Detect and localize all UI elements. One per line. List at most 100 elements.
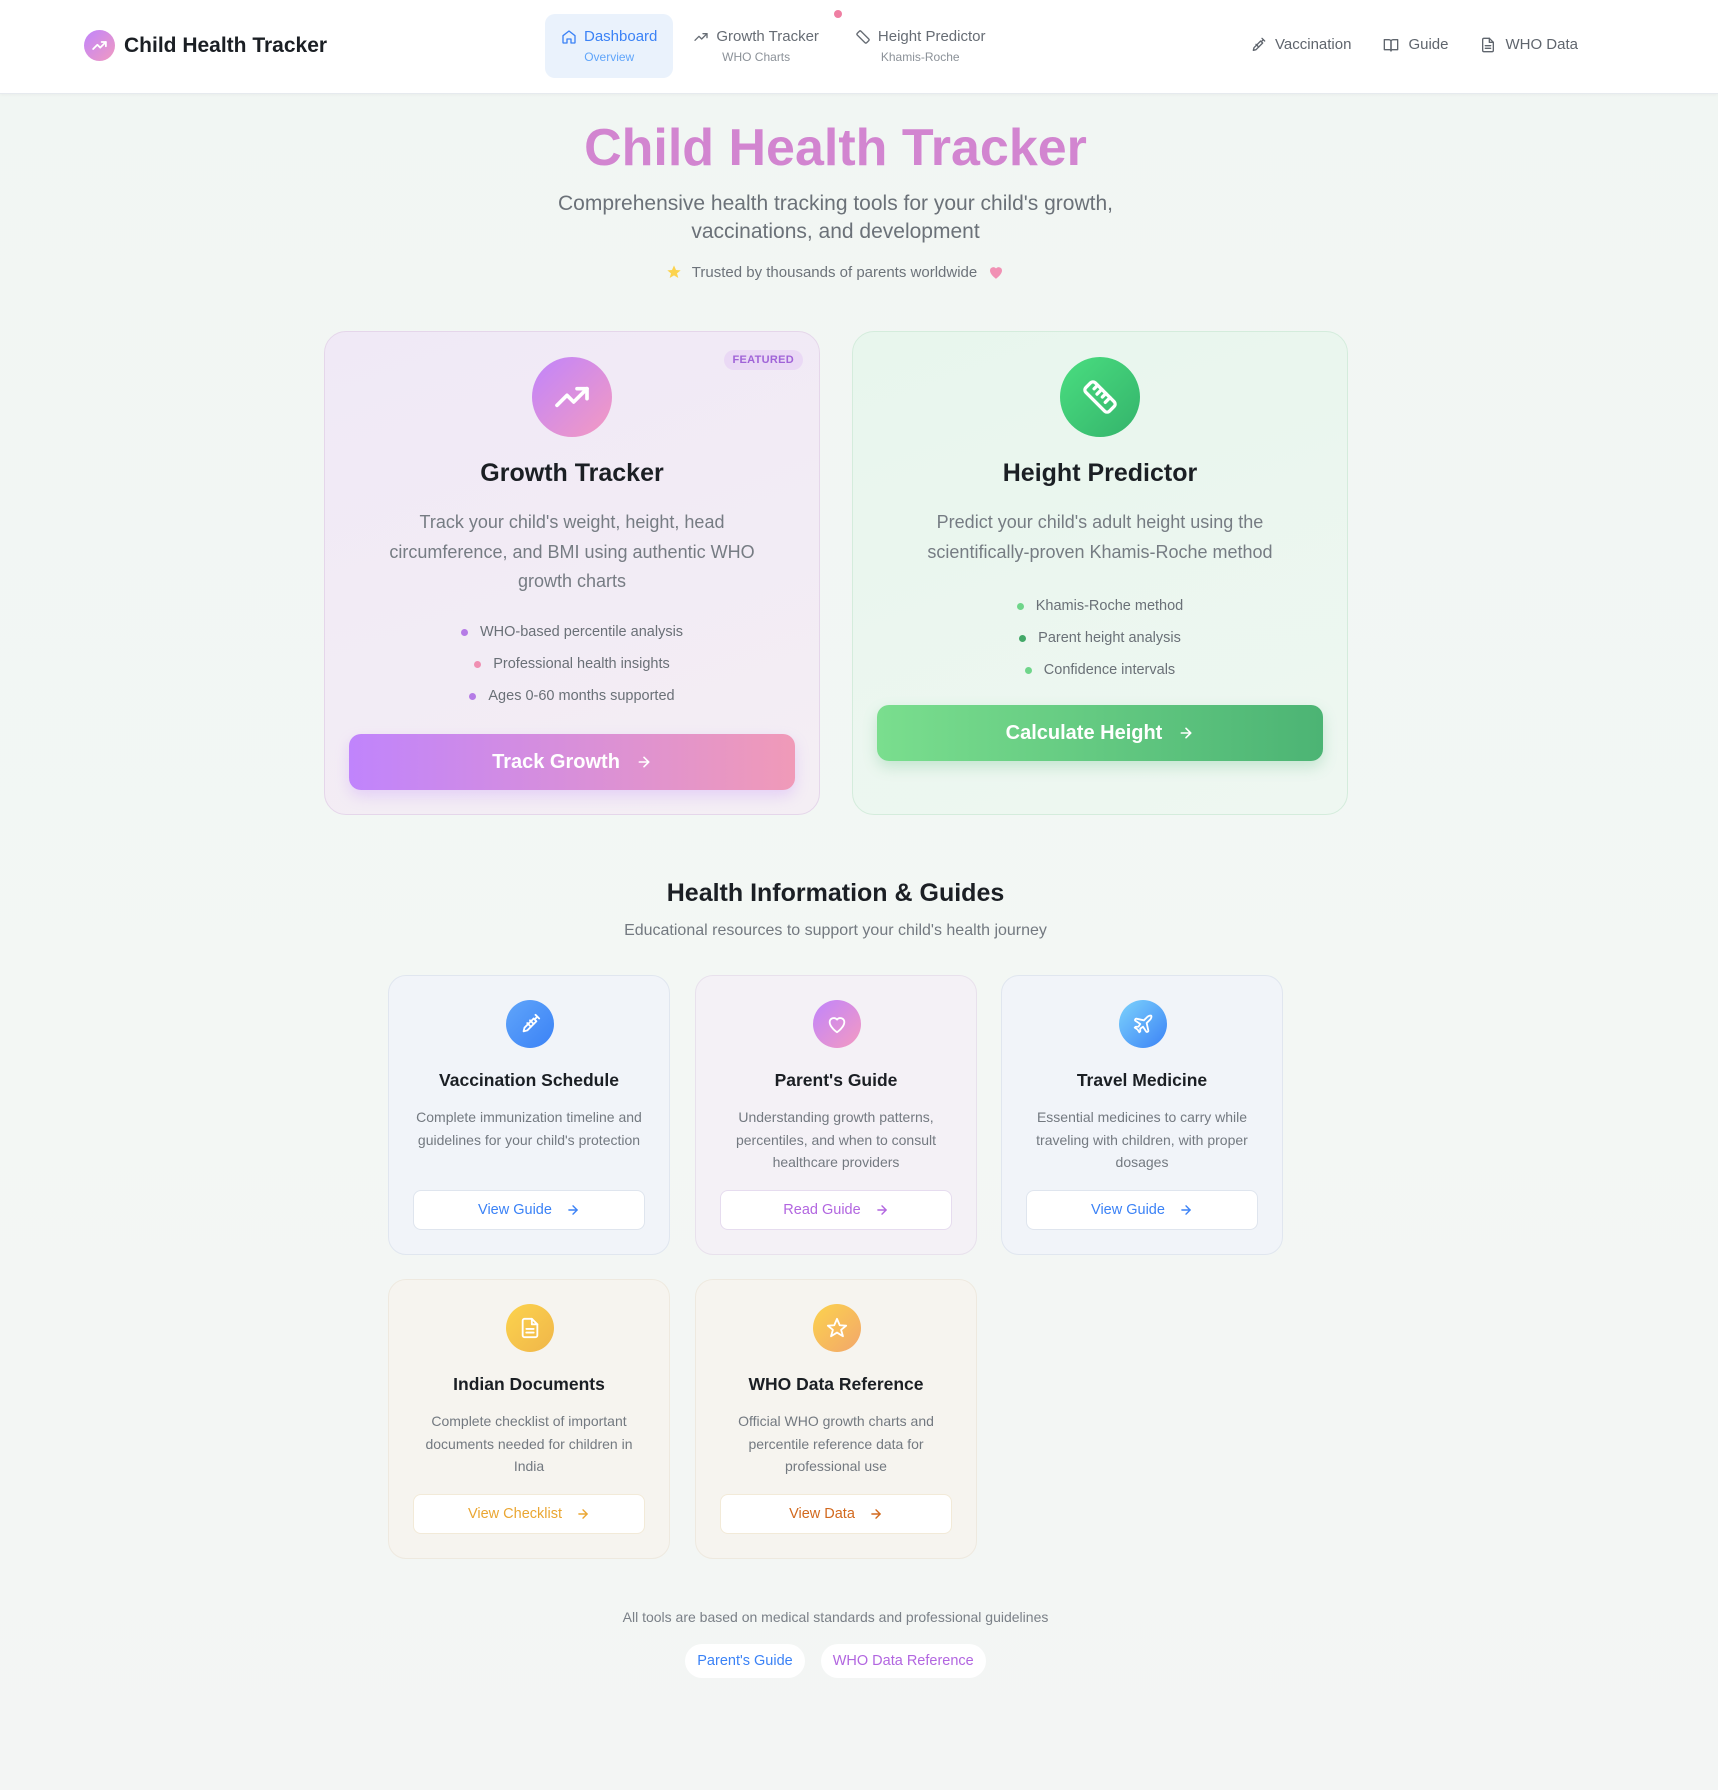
hero-subtitle: Comprehensive health tracking tools for … <box>558 192 1113 243</box>
nav-link-label: Vaccination <box>1275 36 1352 53</box>
view-guide-button[interactable]: View Guide <box>413 1190 645 1230</box>
notification-dot <box>834 10 842 18</box>
nav-link-label: Guide <box>1408 36 1449 53</box>
card-title: Travel Medicine <box>1076 1070 1208 1090</box>
button-label: View Checklist <box>467 1506 563 1522</box>
card-description: Complete immunization timeline and guide… <box>416 1109 642 1148</box>
section-subtitle: Educational resources to support your ch… <box>624 922 1047 939</box>
trust-line: Trusted by thousands of parents worldwid… <box>0 263 1671 281</box>
track-growth-button[interactable]: Track Growth <box>349 734 795 790</box>
heart-icon <box>987 263 1005 281</box>
brand[interactable]: Child Health Tracker <box>84 30 327 61</box>
bullet-dot <box>1016 602 1024 610</box>
book-icon <box>1383 37 1399 53</box>
tab-label: Dashboard <box>584 28 658 45</box>
read-guide-button[interactable]: Read Guide <box>720 1190 952 1230</box>
ruler-icon <box>855 29 871 45</box>
button-label: View Guide <box>1091 1202 1165 1218</box>
list-item: Professional health insights <box>325 648 819 680</box>
list-item: Khamis-Roche method <box>853 590 1347 622</box>
who-data-reference-card: WHO Data Reference Official WHO growth c… <box>695 1279 977 1559</box>
list-item-text: Parent height analysis <box>1038 630 1181 646</box>
list-item-text: Confidence intervals <box>1043 662 1176 678</box>
calculate-height-button[interactable]: Calculate Height <box>877 705 1323 761</box>
card-description: Essential medicines to carry while trave… <box>1036 1109 1248 1170</box>
list-item-text: Ages 0-60 months supported <box>488 688 675 704</box>
tab-growth-tracker[interactable]: Growth Tracker WHO Charts <box>677 14 835 78</box>
card-title: Growth Tracker <box>480 459 664 487</box>
home-icon <box>561 29 577 45</box>
nav-tabs: Dashboard Overview Growth Tracker WHO Ch… <box>545 14 1005 78</box>
card-title: Vaccination Schedule <box>439 1070 619 1090</box>
trending-up-icon <box>84 30 115 61</box>
view-checklist-button[interactable]: View Checklist <box>413 1494 645 1534</box>
card-title: Indian Documents <box>453 1374 605 1394</box>
card-title: WHO Data Reference <box>748 1374 924 1394</box>
button-label: Read Guide <box>783 1202 861 1218</box>
bullet-dot <box>460 628 468 636</box>
feature-list: Khamis-Roche method Parent height analys… <box>853 590 1347 686</box>
list-item: Confidence intervals <box>853 654 1347 686</box>
feature-list: WHO-based percentile analysis Profession… <box>325 616 819 712</box>
view-data-button[interactable]: View Data <box>720 1494 952 1534</box>
bullet-dot <box>474 660 482 668</box>
tab-label: Height Predictor <box>877 28 986 45</box>
hero-title: Child Health Tracker <box>584 119 1087 177</box>
nav-link-guide[interactable]: Guide <box>1383 36 1448 53</box>
list-item: Ages 0-60 months supported <box>325 680 819 712</box>
tab-label: Growth Tracker <box>716 28 819 45</box>
tab-dashboard[interactable]: Dashboard Overview <box>545 14 674 78</box>
plane-icon <box>1119 1000 1167 1048</box>
who-data-reference-link[interactable]: WHO Data Reference <box>820 1644 986 1678</box>
list-item: Parent height analysis <box>853 622 1347 654</box>
star-icon <box>813 1304 861 1352</box>
card-description: Understanding growth patterns, percentil… <box>735 1109 936 1170</box>
list-item-text: WHO-based percentile analysis <box>479 624 684 640</box>
card-description: Complete checklist of important document… <box>425 1413 633 1474</box>
trending-up-icon <box>693 29 709 45</box>
nav-link-label: WHO Data <box>1505 36 1578 53</box>
footer-note: All tools are based on medical standards… <box>622 1609 1049 1625</box>
button-label: View Guide <box>478 1202 552 1218</box>
card-title: Height Predictor <box>1002 459 1198 487</box>
card-description: Official WHO growth charts and percentil… <box>738 1413 934 1474</box>
tab-height-predictor[interactable]: Height Predictor Khamis-Roche <box>839 14 1002 78</box>
travel-medicine-card: Travel Medicine Essential medicines to c… <box>1001 975 1283 1255</box>
nav-link-vaccination[interactable]: Vaccination <box>1250 36 1351 53</box>
trending-up-icon <box>532 357 612 437</box>
button-label: Track Growth <box>492 750 620 773</box>
button-label: View Data <box>789 1506 855 1522</box>
nav-link-who-data[interactable]: WHO Data <box>1480 36 1578 53</box>
card-description: Track your child's weight, height, head … <box>389 512 755 591</box>
list-item: WHO-based percentile analysis <box>325 616 819 648</box>
brand-name: Child Health Tracker <box>124 33 328 57</box>
tab-sublabel: Overview <box>584 50 635 64</box>
height-predictor-card: Height Predictor Predict your child's ad… <box>852 331 1348 815</box>
bullet-dot <box>469 692 477 700</box>
arrow-right-icon <box>869 1507 883 1521</box>
arrow-right-icon <box>875 1203 889 1217</box>
view-guide-button[interactable]: View Guide <box>1026 1190 1258 1230</box>
arrow-right-icon <box>1179 1203 1193 1217</box>
document-icon <box>506 1304 554 1352</box>
bullet-dot <box>1019 634 1027 642</box>
parents-guide-link[interactable]: Parent's Guide <box>685 1644 805 1678</box>
card-description: Predict your child's adult height using … <box>927 512 1273 562</box>
bullet-dot <box>1024 666 1032 674</box>
star-icon <box>666 264 682 280</box>
list-item-text: Khamis-Roche method <box>1035 598 1184 614</box>
ruler-icon <box>1060 357 1140 437</box>
heart-icon <box>813 1000 861 1048</box>
document-icon <box>1480 37 1496 53</box>
tab-sublabel: WHO Charts <box>722 50 791 64</box>
tab-sublabel: Khamis-Roche <box>880 50 960 64</box>
syringe-icon <box>1250 37 1266 53</box>
nav-links: Vaccination Guide WHO Data <box>1250 36 1578 53</box>
top-navigation: Child Health Tracker Dashboard Overview … <box>0 0 1718 94</box>
growth-tracker-card: FEATURED Growth Tracker Track your child… <box>324 331 820 815</box>
parents-guide-card: Parent's Guide Understanding growth patt… <box>695 975 977 1255</box>
featured-badge: FEATURED <box>723 350 803 370</box>
trust-text: Trusted by thousands of parents worldwid… <box>691 263 978 281</box>
card-title: Parent's Guide <box>774 1070 898 1090</box>
arrow-right-icon <box>1178 725 1194 741</box>
